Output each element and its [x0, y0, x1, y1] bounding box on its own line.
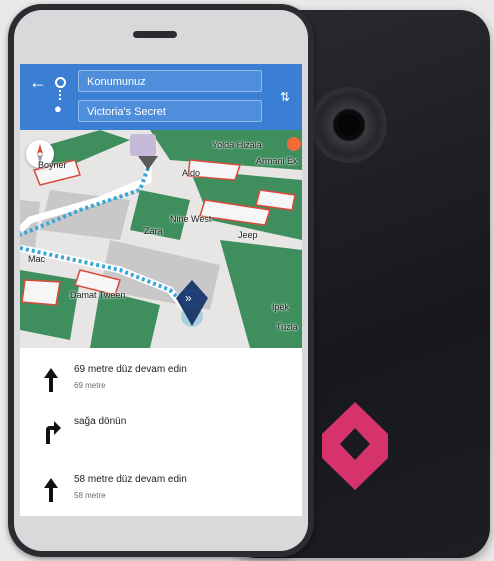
- brand-logo-icon: [322, 402, 388, 490]
- map-label: Boyner: [38, 160, 67, 170]
- origin-input[interactable]: Konumunuz: [78, 70, 262, 92]
- directions-list: 69 metre düz devam edin 69 metre sağa dö…: [20, 348, 302, 516]
- map-label: Mac: [28, 254, 46, 264]
- route-search-bar: ← ● Konumunuz Victoria's Secret ⇅: [20, 64, 302, 130]
- map-label: Zara: [144, 226, 163, 236]
- map-label: Armani Ex: [256, 156, 298, 166]
- direction-step[interactable]: 58 metre düz devam edin 58 metre: [20, 470, 302, 516]
- direction-step[interactable]: 69 metre düz devam edin 69 metre: [20, 360, 302, 410]
- direction-distance: 58 metre: [74, 491, 106, 500]
- app-screen: ← ● Konumunuz Victoria's Secret ⇅ » Yold…: [20, 64, 302, 516]
- arrow-up-icon: [44, 478, 58, 502]
- svg-text:»: »: [185, 291, 192, 305]
- direction-title: sağa dönün: [74, 416, 127, 427]
- swap-icon[interactable]: ⇅: [276, 88, 294, 106]
- back-arrow-icon[interactable]: ←: [28, 72, 48, 92]
- arrow-up-icon: [44, 368, 58, 392]
- map-label: Ipek: [272, 302, 290, 312]
- map-label: Aldo: [182, 168, 201, 178]
- direction-title: 69 metre düz devam edin: [74, 364, 187, 375]
- location-pin-icon: ●: [54, 101, 62, 116]
- direction-step[interactable]: sağa dönün: [20, 412, 302, 462]
- direction-distance: 69 metre: [74, 381, 106, 390]
- map-view[interactable]: » Yolda Hizala Armani Ex Aldo Boyner Nin…: [20, 130, 302, 348]
- map-label: Damat Tween: [70, 290, 126, 300]
- camera-lens: [314, 90, 384, 160]
- speaker-grille: [133, 31, 177, 38]
- origin-dot-icon: [55, 77, 66, 88]
- map-label: Yolda Hizala: [212, 140, 262, 150]
- map-label: Jeep: [238, 230, 258, 240]
- map-label: Tuzla: [276, 322, 298, 332]
- turn-right-icon: [46, 421, 61, 444]
- direction-title: 58 metre düz devam edin: [74, 474, 187, 485]
- destination-input[interactable]: Victoria's Secret: [78, 100, 262, 122]
- phone-bezel: ← ● Konumunuz Victoria's Secret ⇅ » Yold…: [14, 10, 308, 551]
- phone-front: ← ● Konumunuz Victoria's Secret ⇅ » Yold…: [8, 4, 314, 557]
- map-label: Nine West: [170, 214, 212, 224]
